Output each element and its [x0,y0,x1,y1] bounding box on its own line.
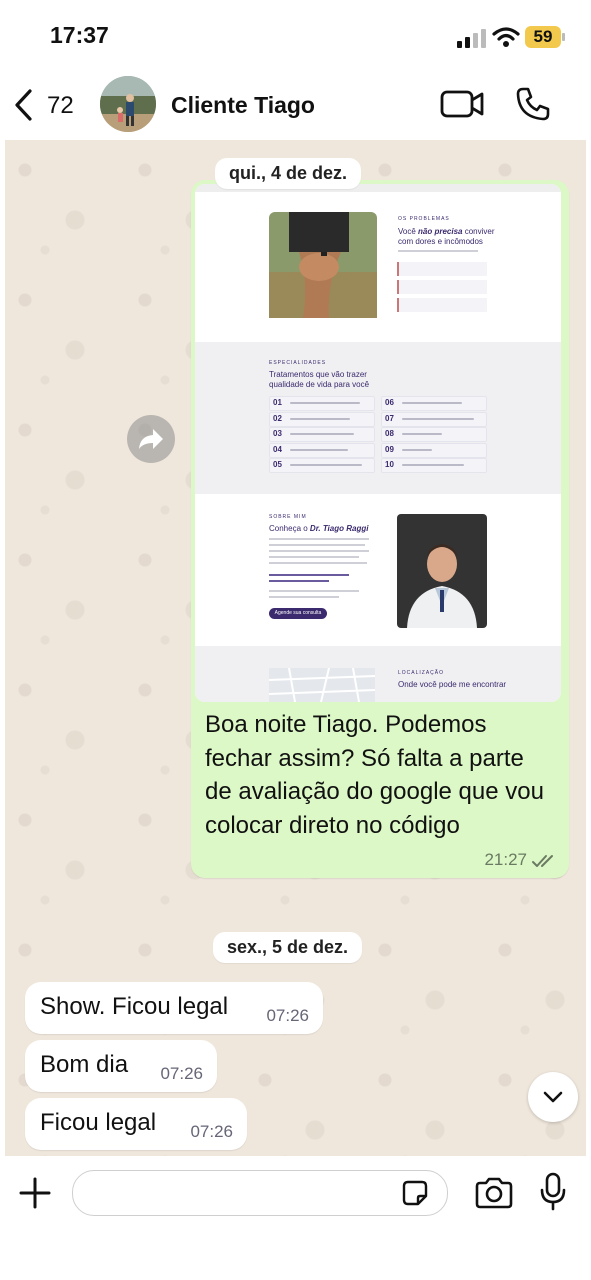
problem-item [397,298,487,312]
video-call-icon[interactable] [440,88,484,120]
problems-heading-line1: Você não precisa conviver [398,227,495,236]
double-check-read-icon [532,855,553,867]
unread-count[interactable]: 72 [47,92,74,120]
treatment-row: 05 [269,458,375,473]
treatment-row: 08 [381,427,487,442]
about-heading: Conheça o Dr. Tiago Raggi [269,524,369,533]
message-timestamp: 07:26 [266,1006,309,1025]
battery-indicator: 59 [525,26,561,48]
doctor-photo [397,514,487,628]
scroll-to-bottom-button[interactable] [528,1072,578,1122]
treatments-heading-line2: qualidade de vida para você [269,380,370,389]
voice-call-icon[interactable] [515,86,551,122]
about-text-line [269,580,329,582]
map-thumbnail [269,668,375,702]
incoming-message[interactable]: Ficou legal 07:26 [25,1098,247,1150]
camera-icon[interactable] [474,1176,514,1210]
incoming-message-text: Ficou legal [40,1109,157,1136]
wifi-icon [492,27,520,47]
battery-tip [562,33,565,41]
treatment-row: 03 [269,427,375,442]
outgoing-message[interactable]: OS PROBLEMAS Você não precisa conviver c… [191,180,569,878]
chevron-down-icon [543,1091,563,1103]
chat-header: 72 Cliente Tiago [0,70,591,140]
knee-pain-photo [269,212,377,318]
problems-heading-line2: com dores e incômodos [398,237,483,246]
problem-item [397,262,487,276]
contact-name[interactable]: Cliente Tiago [171,92,315,119]
about-text-line [269,544,365,546]
about-eyebrow: SOBRE MIM [269,514,307,520]
about-text-line [269,538,369,540]
preview-problems-section: OS PROBLEMAS Você não precisa conviver c… [195,192,561,342]
forward-arrow-icon [139,429,163,449]
outgoing-message-text: Boa noite Tiago. Podemos fechar assim? S… [205,711,544,839]
location-eyebrow: LOCALIZAÇÃO [398,670,445,676]
book-appointment-button: Agende sua consulta [269,608,327,619]
incoming-message-text: Bom dia [40,1051,129,1078]
date-separator: qui., 4 de dez. [215,158,362,189]
incoming-message[interactable]: Show. Ficou legal 07:26 [25,982,323,1034]
chat-area[interactable]: OS PROBLEMAS Você não precisa conviver c… [5,140,586,1156]
about-text-line [269,596,339,598]
website-screenshot-preview[interactable]: OS PROBLEMAS Você não precisa conviver c… [195,184,561,702]
avatar-photo [100,76,156,132]
problems-eyebrow: OS PROBLEMAS [398,216,450,222]
message-timestamp: 07:26 [190,1122,233,1141]
sticker-icon[interactable] [400,1178,430,1208]
incoming-message[interactable]: Bom dia 07:26 [25,1040,217,1092]
plus-icon[interactable] [18,1176,52,1210]
problems-subtitle [398,250,478,252]
preview-treatments-section: ESPECIALIDADES Tratamentos que vão traze… [195,342,561,494]
about-text-line [269,590,359,592]
treatment-row: 01 [269,396,375,411]
location-heading: Onde você pode me encontrar [398,680,507,689]
message-timestamp: 07:26 [160,1064,203,1083]
preview-location-section: LOCALIZAÇÃO Onde você pode me encontrar [195,646,561,702]
treatment-row: 09 [381,443,487,458]
message-input[interactable] [72,1170,448,1216]
forward-button[interactable] [127,415,175,463]
problem-item [397,280,487,294]
about-text-line [269,556,359,558]
about-text-line [269,550,369,552]
treatment-row: 10 [381,458,487,473]
about-text-line [269,574,349,576]
back-chevron-icon[interactable] [12,88,36,122]
cellular-signal-icon [457,29,486,48]
status-time: 17:37 [50,22,109,48]
treatments-eyebrow: ESPECIALIDADES [269,360,327,366]
treatment-row: 06 [381,396,487,411]
preview-about-section: SOBRE MIM Conheça o Dr. Tiago Raggi Agen… [195,494,561,646]
treatment-row: 07 [381,412,487,427]
message-timestamp: 21:27 [484,850,527,869]
treatments-heading-line1: Tratamentos que vão trazer [269,370,367,379]
date-separator: sex., 5 de dez. [213,932,363,963]
microphone-icon[interactable] [538,1172,568,1212]
status-bar: 17:37 59 [0,0,591,70]
incoming-message-text: Show. Ficou legal [40,993,229,1020]
about-text-line [269,562,367,564]
treatment-row: 04 [269,443,375,458]
treatment-row: 02 [269,412,375,427]
contact-avatar[interactable] [100,76,156,132]
composer-bar [0,1156,591,1280]
